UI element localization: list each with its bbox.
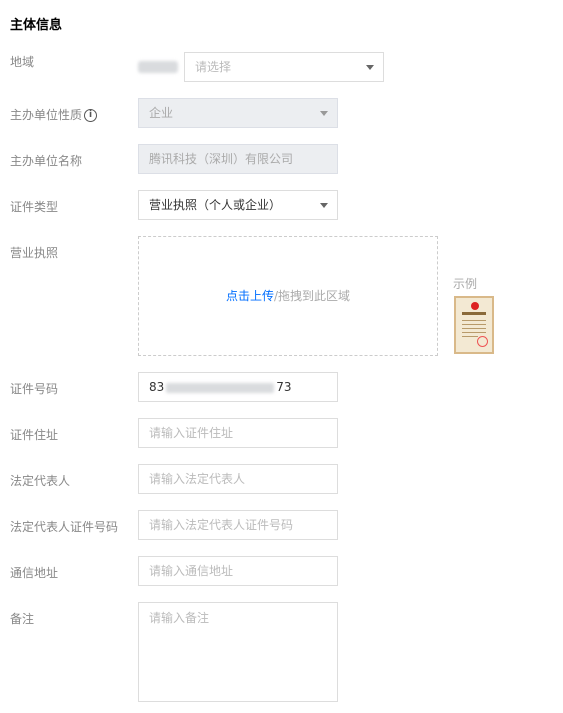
org-name-field: 腾讯科技（深圳）有限公司 bbox=[138, 144, 338, 174]
cert-type-value: 营业执照（个人或企业） bbox=[149, 198, 282, 212]
chevron-down-icon bbox=[320, 203, 328, 208]
section-title: 主体信息 bbox=[10, 18, 63, 33]
chevron-down-icon bbox=[320, 111, 328, 116]
cert-address-placeholder: 请输入证件住址 bbox=[149, 426, 234, 440]
region-select-placeholder: 请选择 bbox=[195, 60, 232, 74]
cert-type-select[interactable]: 营业执照（个人或企业） bbox=[138, 190, 338, 220]
legal-rep-placeholder: 请输入法定代表人 bbox=[149, 472, 246, 486]
cert-address-label: 证件住址 bbox=[10, 428, 59, 442]
org-type-label: 主办单位性质 bbox=[10, 108, 83, 122]
upload-hint: /拖拽到此区域 bbox=[273, 289, 351, 303]
cert-type-label: 证件类型 bbox=[10, 200, 59, 214]
remark-placeholder: 请输入备注 bbox=[149, 611, 210, 625]
cert-number-label: 证件号码 bbox=[10, 382, 59, 396]
legal-rep-id-input[interactable]: 请输入法定代表人证件号码 bbox=[138, 510, 338, 540]
remark-textarea[interactable]: 请输入备注 bbox=[138, 602, 338, 702]
cert-number-prefix: 83 bbox=[149, 380, 165, 394]
cert-address-input[interactable]: 请输入证件住址 bbox=[138, 418, 338, 448]
license-upload-dropzone[interactable]: 点击上传/拖拽到此区域 bbox=[138, 236, 438, 356]
license-label: 营业执照 bbox=[10, 246, 59, 260]
license-example-thumbnail[interactable] bbox=[454, 296, 494, 354]
org-type-label-row: 主办单位性质 i bbox=[10, 106, 98, 123]
legal-rep-id-placeholder: 请输入法定代表人证件号码 bbox=[149, 518, 294, 532]
cert-number-masked bbox=[166, 382, 275, 393]
remark-label: 备注 bbox=[10, 612, 35, 626]
legal-rep-input[interactable]: 请输入法定代表人 bbox=[138, 464, 338, 494]
cert-number-suffix: 73 bbox=[276, 380, 292, 394]
mail-address-label: 通信地址 bbox=[10, 566, 59, 580]
region-prefix-masked bbox=[138, 61, 178, 73]
org-name-label: 主办单位名称 bbox=[10, 154, 83, 168]
mail-address-input[interactable]: 请输入通信地址 bbox=[138, 556, 338, 586]
region-label: 地域 bbox=[10, 55, 35, 69]
cert-number-input[interactable]: 83 73 bbox=[138, 372, 338, 402]
chevron-down-icon bbox=[366, 65, 374, 70]
legal-rep-label: 法定代表人 bbox=[10, 474, 71, 488]
org-name-value: 腾讯科技（深圳）有限公司 bbox=[149, 152, 294, 166]
mail-address-placeholder: 请输入通信地址 bbox=[149, 564, 234, 578]
info-circle-icon[interactable]: i bbox=[84, 109, 98, 122]
region-select[interactable]: 请选择 bbox=[184, 52, 384, 82]
org-type-value: 企业 bbox=[149, 106, 174, 120]
example-label: 示例 bbox=[453, 277, 478, 291]
legal-rep-id-label: 法定代表人证件号码 bbox=[10, 520, 119, 534]
upload-link[interactable]: 点击上传 bbox=[226, 289, 274, 303]
org-type-select: 企业 bbox=[138, 98, 338, 128]
